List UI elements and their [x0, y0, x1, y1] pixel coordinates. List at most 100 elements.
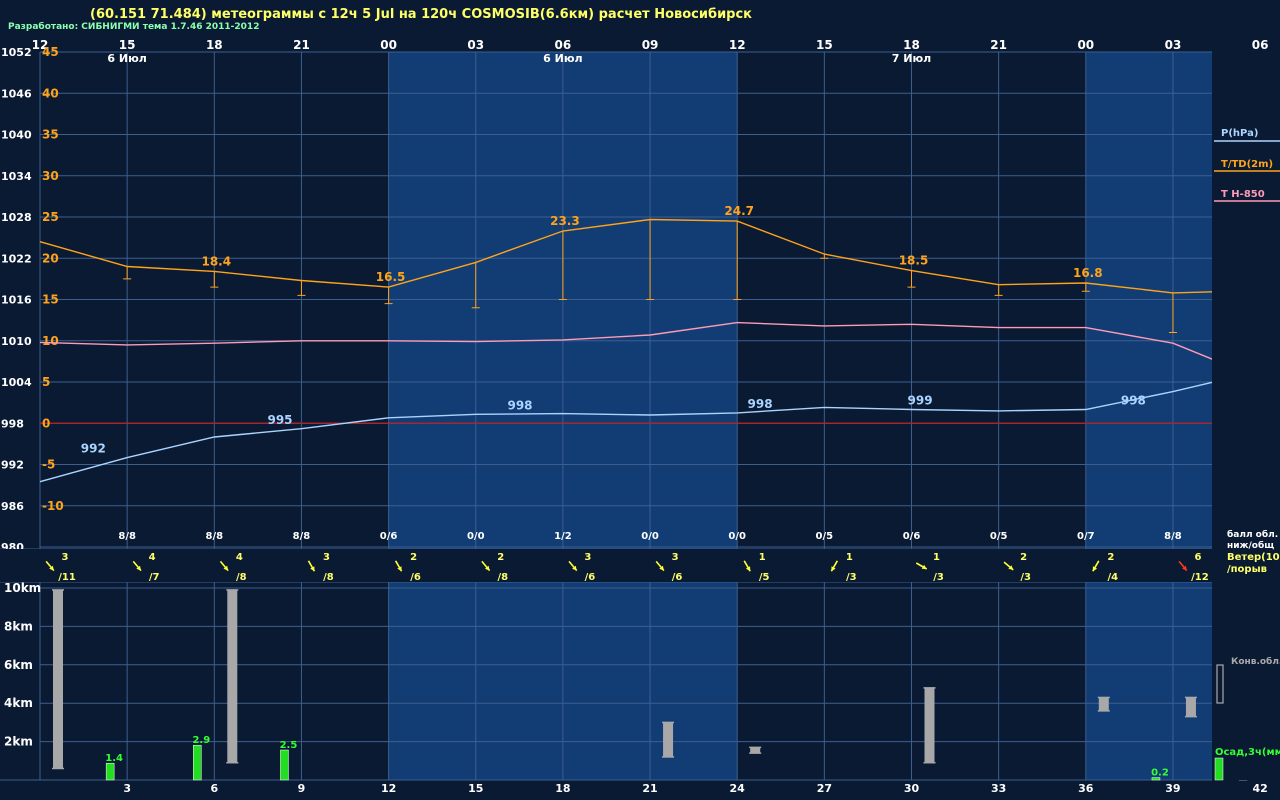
height-tick-1: 8km [4, 619, 33, 633]
top-hour-label-7: 09 [642, 38, 659, 52]
pressure-tick-9: 998 [1, 417, 24, 430]
top-hour-label-2: 18 [206, 38, 223, 52]
top-hour-label-14: 06 [1252, 38, 1269, 52]
pressure-tick-4: 1028 [1, 211, 32, 224]
wind-gust-8: /5 [759, 572, 770, 583]
wind-speed-13: 6 [1194, 552, 1201, 563]
temp-tick-3: 30 [42, 169, 59, 183]
pressure-tick-5: 1022 [1, 252, 32, 265]
temp-tick-0: 45 [42, 45, 59, 59]
pressure-tick-7: 1010 [1, 335, 32, 348]
top-hour-label-13: 03 [1165, 38, 1182, 52]
wind-gust-1: /7 [149, 572, 160, 583]
conv-cloud-bar-4 [924, 687, 935, 763]
temp-tick-2: 35 [42, 128, 59, 142]
bottom-hour-label-8: 27 [817, 782, 832, 795]
precip-label-0: 1.4 [105, 753, 123, 764]
temp-tick-8: 5 [42, 375, 50, 389]
top-hour-label-12: 00 [1077, 38, 1094, 52]
cloud-label-7: 0/0 [728, 531, 746, 542]
pressure-tick-0: 1052 [1, 46, 32, 59]
precip-label-1: 2.9 [192, 735, 210, 746]
cloud-label-2: 8/8 [293, 531, 311, 542]
top-hour-label-8: 12 [729, 38, 746, 52]
bottom-hour-label-9: 30 [904, 782, 920, 795]
legend: P(hPa) T/TD(2m) T H-850 балл обл.ниж/общВет… [1212, 52, 1280, 781]
pressure-tick-10: 992 [1, 459, 24, 472]
wind-speed-0: 3 [62, 552, 69, 563]
wind-gust-11: /3 [1020, 572, 1031, 583]
top-hour-label-5: 03 [467, 38, 484, 52]
top-hour-label-11: 21 [990, 38, 1007, 52]
legend-conv-cloud: Конв.обл. [1231, 656, 1280, 667]
temp-label-2: 23.3 [550, 214, 580, 228]
meteogram-chart: 1215182100030609121518210003060912151821… [0, 38, 1280, 795]
bottom-hour-label-13: 42 [1252, 782, 1267, 795]
top-hour-label-4: 00 [380, 38, 397, 52]
temp-tick-5: 20 [42, 251, 59, 265]
temp-tick-4: 25 [42, 210, 59, 224]
bottom-hour-label-0: 3 [123, 782, 131, 795]
pressure-tick-11: 986 [1, 500, 24, 513]
top-hour-label-6: 06 [555, 38, 572, 52]
legend-pressure: P(hPa) [1221, 128, 1258, 139]
day-label-1: 6 Июл [543, 52, 582, 65]
conv-cloud-bar-6 [1185, 697, 1196, 717]
wind-gust-13: /12 [1191, 572, 1209, 583]
height-tick-3: 4km [4, 696, 33, 710]
bottom-hour-label-2: 9 [298, 782, 306, 795]
precip-bar-1 [193, 744, 202, 781]
legend-wind-2: /порыв [1227, 564, 1267, 575]
wind-speed-6: 3 [584, 552, 591, 563]
temp-label-1: 16.5 [376, 270, 406, 284]
wind-row: 3/11 4/7 4/8 3/8 2/6 2/8 3/6 3/6 1/5 1/3 1/3 2/3 2/4… [0, 549, 1280, 583]
wind-gust-3: /8 [323, 572, 334, 583]
wind-gust-5: /8 [497, 572, 508, 583]
wind-gust-2: /8 [236, 572, 247, 583]
pressure-tick-8: 1004 [1, 376, 32, 389]
temp-tick-9: 0 [42, 416, 50, 430]
wind-speed-11: 2 [1020, 552, 1027, 563]
cloud-label-1: 8/8 [206, 531, 224, 542]
legend-precip-icon [1214, 757, 1224, 781]
wind-speed-2: 4 [236, 552, 243, 563]
precip-bar-0 [105, 762, 115, 781]
temp-tick-10: -5 [42, 458, 55, 472]
wind-speed-9: 1 [846, 552, 853, 563]
top-hour-label-9: 15 [816, 38, 833, 52]
temp-tick-7: 10 [42, 334, 59, 348]
wind-speed-7: 3 [672, 552, 679, 563]
wind-gust-12: /4 [1107, 572, 1118, 583]
pressure-label-3: 998 [748, 397, 773, 411]
cloud-label-9: 0/6 [903, 531, 921, 542]
height-tick-0: 10km [4, 581, 41, 595]
temp-label-0: 18.4 [201, 254, 231, 268]
cloud-label-3: 0/6 [380, 531, 398, 542]
precip-label-3: 0.2 [1151, 768, 1169, 779]
top-hour-label-10: 18 [903, 38, 920, 52]
wind-speed-4: 2 [410, 552, 417, 563]
pressure-tick-2: 1040 [1, 129, 32, 142]
temp-label-5: 16.8 [1073, 266, 1103, 280]
height-tick-4: 2km [4, 735, 33, 749]
cloud-label-6: 0/0 [641, 531, 659, 542]
pressure-label-2: 998 [507, 398, 532, 412]
cloud-label-4: 0/0 [467, 531, 485, 542]
wind-speed-12: 2 [1107, 552, 1114, 563]
legend-temperature: T/TD(2m) [1221, 159, 1273, 170]
temp-tick-1: 40 [42, 86, 59, 100]
conv-cloud-bar-0 [53, 589, 63, 769]
bottom-hour-label-7: 24 [730, 782, 746, 795]
bottom-hour-label-3: 12 [381, 782, 396, 795]
wind-gust-7: /6 [672, 572, 683, 583]
temp-label-3: 24.7 [724, 204, 754, 218]
day-bands [388, 52, 1280, 780]
wind-speed-1: 4 [149, 552, 156, 563]
temp-tick-11: -10 [42, 499, 64, 513]
precip-bar-2 [280, 749, 289, 781]
cloud-label-5: 1/2 [554, 531, 572, 542]
top-hour-label-3: 21 [293, 38, 310, 52]
pressure-label-5: 998 [1121, 394, 1146, 408]
bottom-hour-label-10: 33 [991, 782, 1006, 795]
pressure-label-4: 999 [908, 394, 933, 408]
